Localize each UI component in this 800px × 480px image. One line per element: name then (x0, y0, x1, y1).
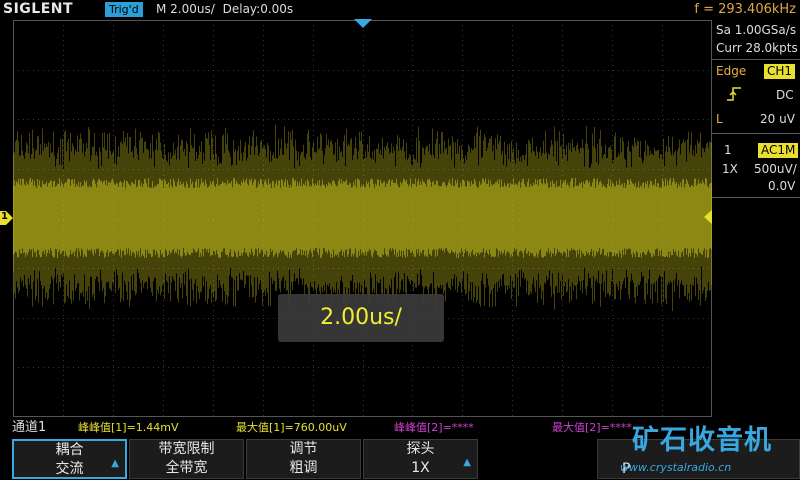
channel-probe: 1X (722, 162, 738, 176)
up-arrow-icon: ▲ (111, 458, 119, 469)
channel-offset: 0.0V (768, 179, 796, 193)
watermark-title: 矿石收音机 (632, 425, 772, 456)
softkey-coupling[interactable]: 耦合 交流 ▲ (12, 439, 127, 479)
trigger-level-label: L (716, 112, 723, 126)
softkey-line1: 探头 (406, 441, 435, 457)
softkey-line2: 交流 (55, 461, 84, 477)
trigger-status-badge: Trig'd (105, 2, 143, 17)
softkey-line2: 全带宽 (165, 460, 208, 476)
frequency-counter: f = 293.406kHz (694, 2, 796, 17)
timebase-value: M 2.00us/ (156, 2, 215, 16)
rising-edge-icon (726, 86, 742, 105)
brand-logo: SIGLENT (3, 1, 74, 17)
trigger-source-badge: CH1 (764, 64, 796, 79)
channel1-offset-marker[interactable]: 1 (0, 210, 13, 225)
watermark-url: www.crystalradio.cn (620, 461, 732, 474)
up-arrow-icon: ▲ (463, 457, 471, 468)
trigger-level-value: 20 uV (760, 112, 795, 126)
softkey-probe[interactable]: 探头 1X ▲ (363, 439, 478, 479)
softkey-empty[interactable] (480, 439, 595, 479)
trigger-type: Edge (716, 64, 747, 78)
sample-rate: Sa 1.00GSa/s (716, 23, 797, 37)
softkey-line1: 带宽限制 (158, 441, 215, 457)
softkey-line2: 1X (411, 460, 430, 476)
trigger-coupling: DC (776, 88, 794, 102)
timebase-popup: 2.00us/ (278, 294, 444, 342)
softkey-bandwidth-limit[interactable]: 带宽限制 全带宽 (129, 439, 244, 479)
timebase-readout: M 2.00us/ Delay:0.00s (156, 0, 293, 19)
softkey-line1: 耦合 (55, 442, 84, 458)
measurement-ch2-pkpk: 峰峰值[2]=**** (394, 421, 474, 434)
softkey-adjust[interactable]: 调节 粗调 (246, 439, 361, 479)
measurement-ch1-max: 最大值[1]=760.00uV (236, 421, 347, 434)
waveform-display[interactable] (13, 20, 712, 417)
measurement-ch1-pkpk: 峰峰值[1]=1.44mV (78, 421, 179, 434)
softkey-line1: 调节 (289, 441, 318, 457)
trigger-position-marker[interactable] (354, 19, 372, 28)
top-status-bar: SIGLENT Trig'd M 2.00us/ Delay:0.00s f =… (0, 0, 800, 19)
channel-number: 1 (724, 143, 732, 157)
delay-value: Delay:0.00s (222, 2, 294, 16)
memory-depth: Curr 28.0kpts (716, 41, 798, 55)
channel-coupling-badge: AC1M (758, 143, 799, 158)
softkey-line2: 粗调 (289, 460, 318, 476)
measurement-ch2-max: 最大值[2]=**** (552, 421, 632, 434)
right-info-panel: Sa 1.00GSa/s Curr 28.0kpts Edge CH1 DC L… (712, 20, 800, 417)
channel-scale: 500uV/ (754, 162, 797, 176)
measurement-channel-label: 通道1 (12, 420, 47, 435)
